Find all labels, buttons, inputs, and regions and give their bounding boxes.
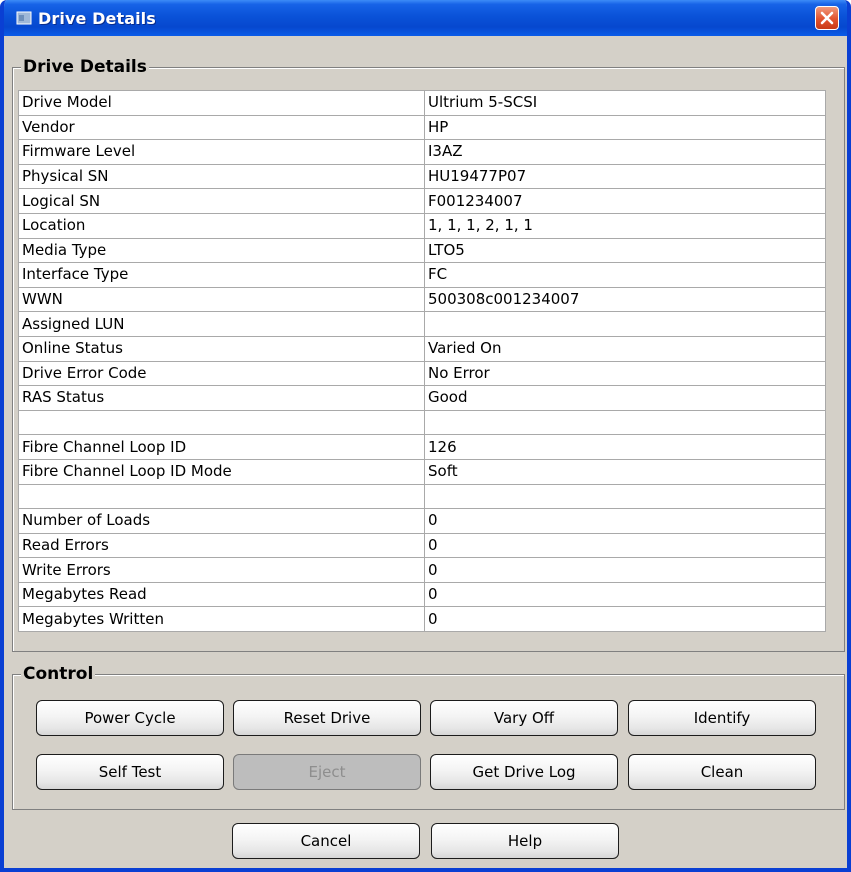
identify-button[interactable]: Identify <box>628 700 816 736</box>
property-name <box>18 409 425 436</box>
vary-off-button[interactable]: Vary Off <box>430 700 618 736</box>
table-row: Online Status Varied On <box>18 335 826 362</box>
eject-button[interactable]: Eject <box>233 754 421 790</box>
table-row: WWN 500308c001234007 <box>18 286 826 313</box>
property-value: 500308c001234007 <box>424 286 826 313</box>
table-row: Megabytes Read 0 <box>18 581 826 608</box>
table-row: Drive Model Ultrium 5-SCSI <box>18 90 826 116</box>
table-row: Fibre Channel Loop ID 126 <box>18 434 826 460</box>
table-row: Megabytes Written 0 <box>18 606 826 633</box>
get-drive-log-button[interactable]: Get Drive Log <box>430 754 618 790</box>
drive-details-group: Drive Details Drive Model Ultrium 5-SCSI V… <box>12 58 845 652</box>
property-value: 126 <box>424 434 826 460</box>
property-value <box>424 483 826 510</box>
table-row: Fibre Channel Loop ID Mode Soft <box>18 458 826 485</box>
property-value: FC <box>424 262 826 288</box>
table-row: Logical SN F001234007 <box>18 188 826 214</box>
power-cycle-button[interactable]: Power Cycle <box>36 700 224 736</box>
property-name: Firmware Level <box>18 139 425 165</box>
table-row: Drive Error Code No Error <box>18 360 826 387</box>
property-value: 0 <box>424 606 826 633</box>
property-name: Megabytes Read <box>18 581 425 608</box>
table-row: Read Errors 0 <box>18 532 826 559</box>
drive-details-window: Drive Details Drive Details Drive Model U… <box>0 0 851 872</box>
property-value: 0 <box>424 508 826 534</box>
property-value: 0 <box>424 581 826 608</box>
help-button[interactable]: Help <box>431 823 619 859</box>
property-value: No Error <box>424 360 826 387</box>
property-value: F001234007 <box>424 188 826 214</box>
property-name: RAS Status <box>18 385 425 411</box>
property-value: LTO5 <box>424 237 826 264</box>
property-name: Drive Error Code <box>18 360 425 387</box>
property-name: Megabytes Written <box>18 606 425 633</box>
property-name: Write Errors <box>18 557 425 583</box>
property-value: Good <box>424 385 826 411</box>
property-name: Number of Loads <box>18 508 425 534</box>
table-row: Media Type LTO5 <box>18 237 826 264</box>
property-name: Location <box>18 212 425 239</box>
table-row: Location 1, 1, 1, 2, 1, 1 <box>18 212 826 239</box>
property-name: Read Errors <box>18 532 425 559</box>
reset-drive-button[interactable]: Reset Drive <box>233 700 421 736</box>
window-title: Drive Details <box>38 8 156 28</box>
property-value: HU19477P07 <box>424 163 826 190</box>
table-row: Firmware Level I3AZ <box>18 139 826 165</box>
property-name: Physical SN <box>18 163 425 190</box>
property-name: Logical SN <box>18 188 425 214</box>
drive-details-legend: Drive Details <box>21 57 149 77</box>
table-row: Assigned LUN <box>18 311 826 337</box>
property-value: HP <box>424 114 826 141</box>
property-value: 0 <box>424 532 826 559</box>
property-name: Interface Type <box>18 262 425 288</box>
property-value: Ultrium 5-SCSI <box>424 90 826 116</box>
property-name: Fibre Channel Loop ID <box>18 434 425 460</box>
table-row <box>18 409 826 436</box>
property-name: Drive Model <box>18 90 425 116</box>
property-name <box>18 483 425 510</box>
property-value <box>424 311 826 337</box>
property-value <box>424 409 826 436</box>
property-name: Vendor <box>18 114 425 141</box>
close-button[interactable] <box>815 6 839 30</box>
property-value: 1, 1, 1, 2, 1, 1 <box>424 212 826 239</box>
self-test-button[interactable]: Self Test <box>36 754 224 790</box>
property-name: WWN <box>18 286 425 313</box>
drive-details-table: Drive Model Ultrium 5-SCSI Vendor HP Firmwar… <box>18 90 826 633</box>
table-row: Interface Type FC <box>18 262 826 288</box>
title-bar[interactable]: Drive Details <box>4 0 847 36</box>
property-value: 0 <box>424 557 826 583</box>
property-value: I3AZ <box>424 139 826 165</box>
property-value: Varied On <box>424 335 826 362</box>
app-window-icon <box>16 11 32 25</box>
property-name: Online Status <box>18 335 425 362</box>
table-row: Vendor HP <box>18 114 826 141</box>
clean-button[interactable]: Clean <box>628 754 816 790</box>
property-name: Fibre Channel Loop ID Mode <box>18 458 425 485</box>
table-row <box>18 483 826 510</box>
control-group: Control Power Cycle Reset Drive Vary Off Id… <box>12 665 845 810</box>
close-icon <box>820 11 834 25</box>
table-row: Write Errors 0 <box>18 557 826 583</box>
table-row: Number of Loads 0 <box>18 508 826 534</box>
property-name: Assigned LUN <box>18 311 425 337</box>
cancel-button[interactable]: Cancel <box>232 823 420 859</box>
table-row: RAS Status Good <box>18 385 826 411</box>
property-value: Soft <box>424 458 826 485</box>
table-row: Physical SN HU19477P07 <box>18 163 826 190</box>
control-legend: Control <box>21 664 96 684</box>
property-name: Media Type <box>18 237 425 264</box>
